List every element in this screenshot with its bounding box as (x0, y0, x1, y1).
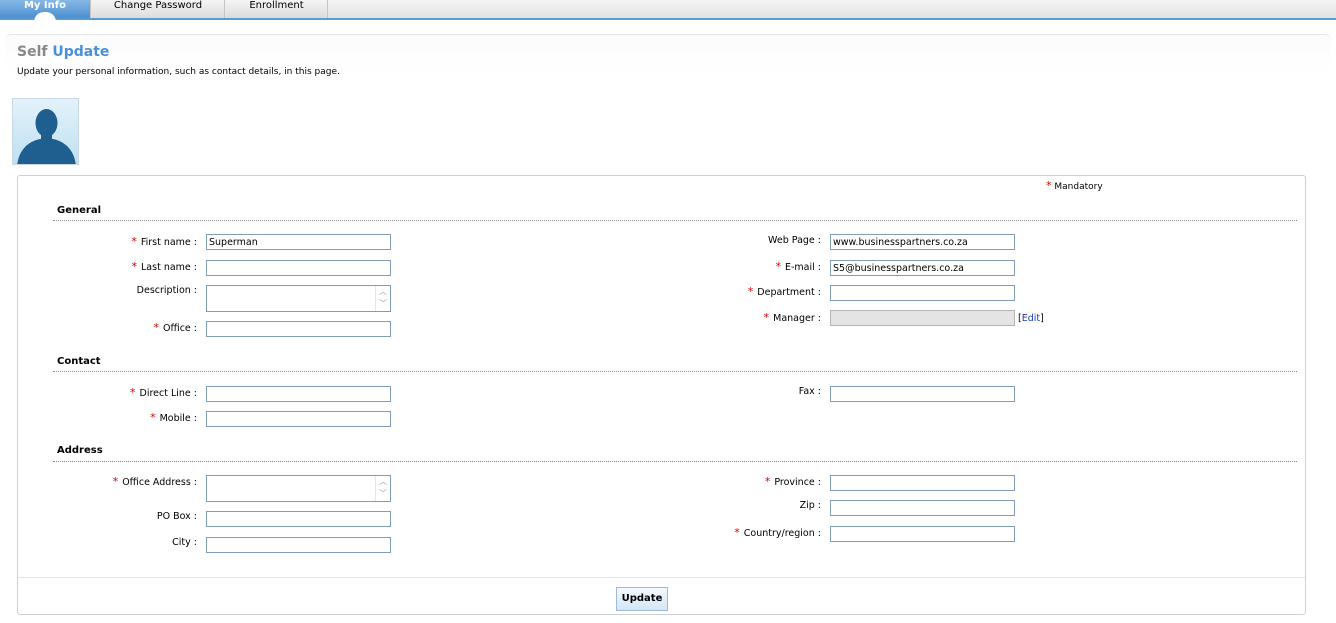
required-marker: * (764, 475, 771, 488)
page-title: Self Update (17, 44, 109, 60)
scroll-down-icon[interactable]: ﹀ (379, 490, 387, 498)
province-input[interactable] (830, 475, 1015, 491)
description-textarea[interactable]: ︿ ﹀ (206, 285, 391, 312)
required-marker: * (131, 235, 137, 248)
required-marker: * (1046, 179, 1052, 192)
tab-label: Enrollment (249, 0, 304, 11)
manager-edit-link[interactable]: Edit (1022, 313, 1040, 324)
section-title-contact: Contact (57, 356, 101, 367)
zip-label: Zip : (799, 500, 821, 511)
section-divider (53, 220, 1297, 221)
required-marker: * (775, 260, 781, 273)
tab-label: Change Password (113, 0, 203, 11)
manager-label: * Manager : (621, 311, 821, 324)
label-text: Office Address : (122, 477, 197, 488)
province-label: * Province : (621, 475, 821, 488)
country-label: * Country/region : (621, 526, 821, 539)
label-text: Mobile : (159, 413, 197, 424)
label-text: Department : (757, 287, 821, 298)
office-label: * Office : (0, 321, 197, 334)
mandatory-label: Mandatory (1054, 182, 1103, 192)
office-address-label: * Office Address : (0, 475, 197, 488)
update-button[interactable]: Update (616, 587, 668, 611)
required-marker: * (734, 526, 740, 539)
user-silhouette-icon (17, 109, 76, 164)
city-label: City : (172, 537, 197, 548)
bracket: ] (1040, 313, 1044, 324)
last-name-input[interactable] (206, 260, 391, 276)
direct-line-label: * Direct Line : (0, 386, 197, 399)
label-text: Country/region : (743, 528, 821, 539)
first-name-input[interactable] (206, 234, 391, 250)
first-name-label: * First name : (0, 235, 197, 248)
required-marker: * (130, 386, 136, 399)
scroll-down-icon[interactable]: ﹀ (379, 300, 387, 308)
po-box-input[interactable] (206, 511, 391, 527)
scrollbar[interactable]: ︿ ﹀ (375, 286, 390, 311)
required-marker: * (153, 321, 160, 334)
label-text: Office : (163, 323, 197, 334)
scroll-up-icon[interactable]: ︿ (379, 288, 387, 296)
zip-input[interactable] (830, 500, 1015, 516)
tab-label: My Info (23, 0, 66, 11)
office-input[interactable] (206, 321, 391, 337)
tab-my-info[interactable]: My Info (0, 0, 91, 22)
tab-active-indicator (34, 12, 56, 22)
department-label: * Department : (621, 285, 821, 298)
scroll-up-icon[interactable]: ︿ (379, 478, 387, 486)
fax-input[interactable] (830, 386, 1015, 402)
required-marker: * (747, 285, 754, 298)
section-divider (53, 371, 1297, 372)
manager-edit: [Edit] (1018, 313, 1044, 324)
mandatory-legend: * Mandatory (1046, 179, 1103, 192)
label-text: Direct Line : (139, 388, 197, 399)
department-input[interactable] (830, 285, 1015, 301)
page-title-word2: Update (52, 44, 110, 60)
scrollbar[interactable]: ︿ ﹀ (375, 476, 390, 501)
required-marker: * (150, 411, 156, 424)
label-text: First name : (140, 237, 197, 248)
required-marker: * (763, 311, 770, 324)
fax-label: Fax : (798, 386, 821, 397)
mobile-input[interactable] (206, 411, 391, 427)
direct-line-input[interactable] (206, 386, 391, 402)
last-name-label: * Last name : (0, 260, 197, 273)
city-input[interactable] (206, 537, 391, 553)
tab-bar: My Info Change Password Enrollment (0, 0, 1336, 22)
description-label: Description : (136, 285, 197, 296)
web-page-label: Web Page : (768, 235, 821, 246)
tab-enrollment[interactable]: Enrollment (226, 0, 328, 18)
office-address-textarea[interactable]: ︿ ﹀ (206, 475, 391, 502)
required-marker: * (131, 260, 138, 273)
manager-input (830, 310, 1015, 326)
label-text: Manager : (773, 313, 821, 324)
required-marker: * (112, 475, 119, 488)
avatar (12, 98, 79, 165)
email-label: * E-mail : (621, 260, 821, 273)
tab-change-password[interactable]: Change Password (92, 0, 225, 18)
email-input[interactable] (830, 260, 1015, 276)
mobile-label: * Mobile : (0, 411, 197, 424)
po-box-label: PO Box : (156, 511, 197, 522)
page-title-word1: Self (17, 44, 48, 60)
section-title-general: General (57, 205, 101, 216)
section-title-address: Address (57, 445, 103, 456)
label-text: Last name : (141, 262, 197, 273)
country-input[interactable] (830, 526, 1015, 542)
label-text: E-mail : (784, 262, 821, 273)
web-page-input[interactable] (830, 234, 1015, 250)
label-text: Province : (774, 477, 821, 488)
section-divider (53, 461, 1297, 462)
page-subtitle: Update your personal information, such a… (17, 67, 340, 77)
